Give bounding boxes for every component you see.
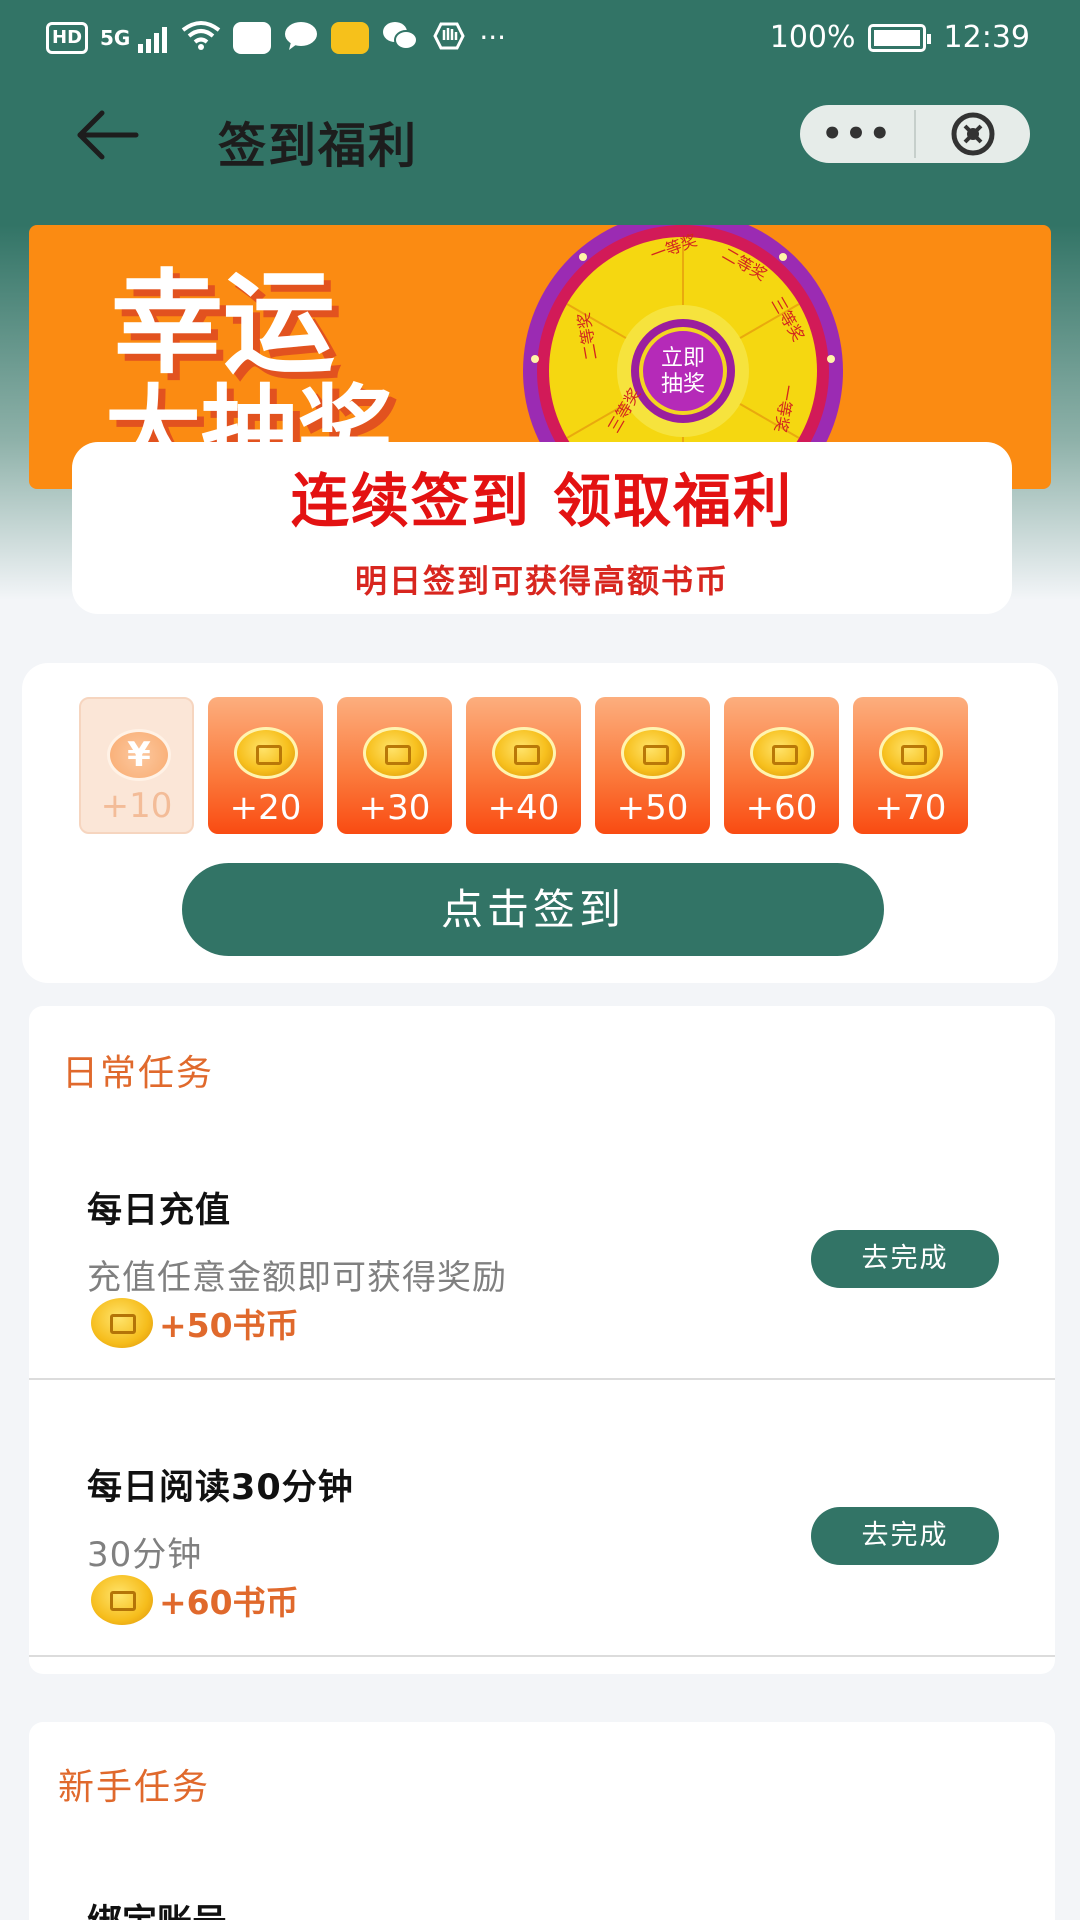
newbie-tasks-section: 新手任务 绑定账号 — [29, 1722, 1055, 1920]
checkin-day-7: +70 — [853, 697, 968, 834]
app-notification-icon — [233, 22, 272, 54]
wechat-icon — [381, 20, 419, 56]
reader-app-icon — [331, 22, 370, 54]
checkin-button[interactable]: 点击签到 — [182, 863, 884, 956]
more-options-button[interactable]: ••• — [800, 117, 914, 151]
close-circle-icon — [951, 112, 995, 156]
wifi-icon — [181, 20, 221, 56]
back-arrow-icon[interactable] — [72, 107, 142, 163]
checkin-day-4: +40 — [466, 697, 581, 834]
task-reward: +50书币 — [91, 1298, 299, 1348]
signal-icon: 5G — [100, 20, 169, 56]
reward-amount: +50书币 — [159, 1306, 299, 1345]
miniprogram-capsule: ••• — [800, 105, 1030, 163]
day-reward: +70 — [874, 788, 947, 828]
hero-title: 连续签到 领取福利 — [290, 467, 794, 535]
checkin-days: ¥ +10 +20 +30 +40 +50 +60 +70 — [79, 697, 968, 834]
page-title: 签到福利 — [218, 118, 419, 174]
message-icon — [283, 20, 319, 56]
hand-icon — [431, 20, 467, 56]
day-reward: +20 — [229, 788, 302, 828]
checkin-day-3: +30 — [337, 697, 452, 834]
coin-icon — [879, 727, 943, 779]
go-complete-button[interactable]: 去完成 — [811, 1230, 999, 1288]
checkin-day-5: +50 — [595, 697, 710, 834]
checkin-day-6: +60 — [724, 697, 839, 834]
section-title: 新手任务 — [58, 1767, 211, 1808]
checkin-card: ¥ +10 +20 +30 +40 +50 +60 +70 点击签到 — [22, 663, 1058, 983]
status-icons-left: HD 5G ··· — [46, 20, 506, 56]
wheel-center-line2: 抽奖 — [661, 372, 705, 397]
coin-icon — [234, 727, 298, 779]
task-item: 每日阅读30分钟 30分钟 +60书币 去完成 — [29, 1381, 1055, 1657]
hd-icon: HD — [46, 22, 89, 54]
wheel-center-line1: 立即 — [661, 346, 705, 371]
checkin-day-2: +20 — [208, 697, 323, 834]
task-name: 绑定账号 — [87, 1894, 227, 1920]
daily-tasks-section: 日常任务 每日充值 充值任意金额即可获得奖励 +50书币 去完成 每日阅读30分… — [29, 1006, 1055, 1674]
reward-amount: +60书币 — [159, 1583, 299, 1622]
day-reward: +40 — [487, 788, 560, 828]
section-title: 日常任务 — [62, 1053, 215, 1094]
task-reward: +60书币 — [91, 1575, 299, 1625]
status-icons-right: 100% 12:39 — [770, 20, 1030, 55]
close-button[interactable] — [916, 105, 1030, 163]
clock: 12:39 — [943, 20, 1030, 55]
more-notifications-icon: ··· — [479, 21, 507, 54]
day-reward: +50 — [616, 788, 689, 828]
day-reward: +10 — [100, 786, 173, 826]
checkin-day-1: ¥ +10 — [79, 697, 194, 834]
yen-icon: ¥ — [127, 735, 151, 775]
task-name: 每日充值 — [87, 1191, 232, 1231]
checkin-hero-card: 连续签到 领取福利 明日签到可获得高额书币 — [72, 442, 1012, 614]
coin-icon — [91, 1298, 153, 1348]
status-bar: HD 5G ··· 100% 12:39 — [0, 0, 1080, 80]
coin-icon — [363, 727, 427, 779]
task-item: 每日充值 充值任意金额即可获得奖励 +50书币 去完成 — [29, 1104, 1055, 1380]
go-complete-button[interactable]: 去完成 — [811, 1507, 999, 1565]
coin-icon — [750, 727, 814, 779]
task-description: 充值任意金额即可获得奖励 — [87, 1258, 507, 1298]
task-description: 30分钟 — [87, 1535, 203, 1575]
coin-icon — [621, 727, 685, 779]
battery-icon — [867, 23, 931, 52]
day-reward: +30 — [358, 788, 431, 828]
navigation-bar: 签到福利 ••• — [0, 80, 1080, 190]
day-reward: +60 — [745, 788, 818, 828]
task-name: 每日阅读30分钟 — [87, 1468, 354, 1508]
hero-subtitle: 明日签到可获得高额书币 — [354, 562, 729, 600]
coin-icon — [91, 1575, 153, 1625]
battery-percent: 100% — [769, 20, 856, 55]
network-type-label: 5G — [100, 26, 131, 50]
coin-icon — [492, 727, 556, 779]
